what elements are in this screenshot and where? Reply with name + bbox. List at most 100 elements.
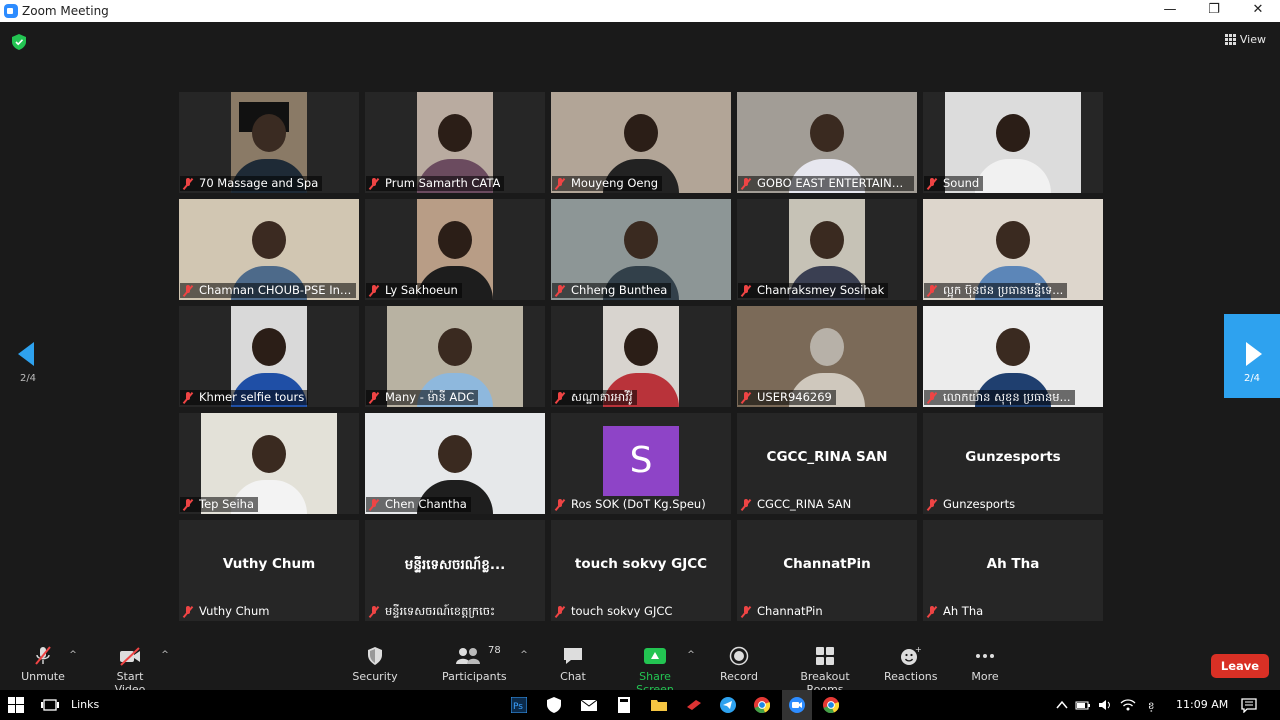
breakout-rooms-button[interactable]: Breakout Rooms [782, 646, 868, 696]
muted-microphone-icon [554, 605, 566, 618]
windows-taskbar: Links Ps ខ្ 11:09 AM [0, 690, 1280, 720]
participants-options-caret[interactable]: ^ [519, 650, 529, 660]
video-stage: View 2/4 2/4 70 Massage and Spa Prum Sama… [0, 22, 1280, 638]
participant-tile[interactable]: Chheng Bunthea [551, 199, 731, 300]
name-caption: USER946269 [738, 390, 836, 405]
participant-tile[interactable]: Gunzesports Gunzesports [923, 413, 1103, 514]
grid-view-icon [1224, 34, 1236, 45]
participant-name: Prum Samarth CATA [385, 176, 501, 190]
share-screen-icon [644, 648, 666, 664]
participant-name: សណ្ឋាគារអាវីវ៉ូ [571, 390, 633, 404]
name-caption: Many - ម៉ានី ADC [366, 390, 479, 405]
participant-tile[interactable]: ChannatPin ChannatPin [737, 520, 917, 621]
participant-tile[interactable]: Khmer selfie tours [179, 306, 359, 407]
person-head [252, 435, 286, 474]
participant-tile[interactable]: Vuthy Chum Vuthy Chum [179, 520, 359, 621]
unmute-button[interactable]: Unmute [18, 646, 68, 683]
start-video-button[interactable]: Start Video [100, 646, 160, 696]
tray-chevron-up-icon[interactable] [1054, 697, 1070, 713]
participants-button[interactable]: 78 Participants [442, 645, 507, 683]
participant-tile[interactable]: សណ្ឋាគារអាវីវ៉ូ [551, 306, 731, 407]
participant-tile[interactable]: Ly Sakhoeun [365, 199, 545, 300]
name-caption: Chamnan CHOUB-PSE Instit... [180, 283, 356, 298]
previous-page-button[interactable]: 2/4 [0, 314, 56, 398]
participant-tile[interactable]: Chen Chantha [365, 413, 545, 514]
zoom-taskbar-active[interactable] [782, 690, 812, 720]
participant-tile[interactable]: Sound [923, 92, 1103, 193]
chrome-profile-icon[interactable] [823, 697, 839, 713]
muted-microphone-icon [926, 498, 938, 511]
participant-tile[interactable]: S Ros SOK (DoT Kg.Speu) [551, 413, 731, 514]
participant-name: Many - ម៉ានី ADC [385, 390, 475, 404]
chat-label: Chat [560, 670, 586, 683]
security-button[interactable]: Security [352, 646, 398, 683]
mail-icon[interactable] [581, 697, 597, 713]
participants-count: 78 [488, 645, 501, 656]
encryption-shield-icon[interactable] [12, 34, 26, 50]
participant-tile[interactable]: Prum Samarth CATA [365, 92, 545, 193]
leave-button[interactable]: Leave [1211, 654, 1269, 678]
participant-tile[interactable]: មន្ទីរទេសចរណ៍ខ្ល... មន្ទីរទេសចរណ៍ខេត្តក្រ… [365, 520, 545, 621]
participant-tile[interactable]: Mouyeng Oeng [551, 92, 731, 193]
telegram-icon[interactable] [720, 697, 736, 713]
muted-microphone-icon [740, 284, 752, 297]
windows-security-icon[interactable] [546, 697, 562, 713]
record-button[interactable]: Record [718, 646, 760, 683]
name-caption: touch sokvy GJCC [552, 604, 676, 619]
minimize-button[interactable]: — [1148, 0, 1192, 22]
participant-name: Sound [943, 176, 980, 190]
participant-tile[interactable]: CGCC_RINA SAN CGCC_RINA SAN [737, 413, 917, 514]
participant-display-name: មន្ទីរទេសចរណ៍ខ្ល... [404, 557, 506, 573]
page-indicator-left: 2/4 [19, 373, 37, 384]
wifi-icon[interactable] [1120, 697, 1136, 713]
participant-name: មន្ទីរទេសចរណ៍ខេត្តក្រចេះ [385, 604, 496, 618]
share-screen-button[interactable]: Share Screen [620, 646, 690, 696]
speaker-icon[interactable] [1097, 697, 1113, 713]
participant-name: Mouyeng Oeng [571, 176, 659, 190]
participant-tile[interactable]: Ah Tha Ah Tha [923, 520, 1103, 621]
muted-microphone-icon [368, 391, 380, 404]
name-caption: ល្អុក ប៊ុនថន ប្រធានមន្ទីទេ... [924, 283, 1068, 298]
calculator-icon[interactable] [616, 697, 632, 713]
svg-text:Ps: Ps [513, 702, 523, 712]
participant-tile[interactable]: 70 Massage and Spa [179, 92, 359, 193]
participant-tile[interactable]: ល្អុក ប៊ុនថន ប្រធានមន្ទីទេ... [923, 199, 1103, 300]
more-label: More [971, 670, 999, 683]
participant-tile[interactable]: Chanraksmey Sosihak [737, 199, 917, 300]
participant-tile[interactable]: លោកយ៉ាន សុខុន ប្រធានម... [923, 306, 1103, 407]
restore-button[interactable]: ❐ [1192, 0, 1236, 22]
zoom-app-icon [4, 4, 18, 18]
next-page-button[interactable]: 2/4 [1224, 314, 1280, 398]
chrome-icon[interactable] [754, 697, 770, 713]
participant-tile[interactable]: Chamnan CHOUB-PSE Instit... [179, 199, 359, 300]
battery-icon[interactable] [1075, 697, 1091, 713]
muted-microphone-icon [554, 284, 566, 297]
view-button[interactable]: View [1224, 33, 1266, 46]
taskbar-clock[interactable]: 11:09 AM [1176, 698, 1228, 711]
links-toolbar[interactable]: Links [71, 698, 99, 711]
close-button[interactable]: ✕ [1236, 0, 1280, 22]
arrow-left-icon [18, 342, 34, 366]
participant-name: ChannatPin [757, 604, 823, 618]
app-red-icon[interactable] [686, 697, 702, 713]
name-caption: Prum Samarth CATA [366, 176, 505, 191]
more-button[interactable]: More [968, 646, 1002, 683]
task-view-icon[interactable] [40, 697, 60, 713]
participant-tile[interactable]: Many - ម៉ានី ADC [365, 306, 545, 407]
video-options-caret[interactable]: ^ [160, 650, 170, 660]
notifications-icon[interactable] [1241, 697, 1257, 713]
share-options-caret[interactable]: ^ [686, 650, 696, 660]
reactions-button[interactable]: + Reactions [884, 646, 938, 683]
audio-options-caret[interactable]: ^ [68, 650, 78, 660]
participant-tile[interactable]: Tep Seiha [179, 413, 359, 514]
participant-tile[interactable]: touch sokvy GJCC touch sokvy GJCC [551, 520, 731, 621]
name-caption: Chheng Bunthea [552, 283, 672, 298]
participant-tile[interactable]: GOBO EAST ENTERTAINME... [737, 92, 917, 193]
windows-start-icon[interactable] [8, 697, 24, 713]
name-caption: Ros SOK (DoT Kg.Speu) [552, 497, 710, 512]
file-explorer-icon[interactable] [651, 697, 667, 713]
participant-tile[interactable]: USER946269 [737, 306, 917, 407]
chat-button[interactable]: Chat [556, 646, 590, 683]
keyboard-language-icon[interactable]: ខ្ [1148, 697, 1164, 713]
photoshop-icon[interactable]: Ps [511, 697, 527, 713]
